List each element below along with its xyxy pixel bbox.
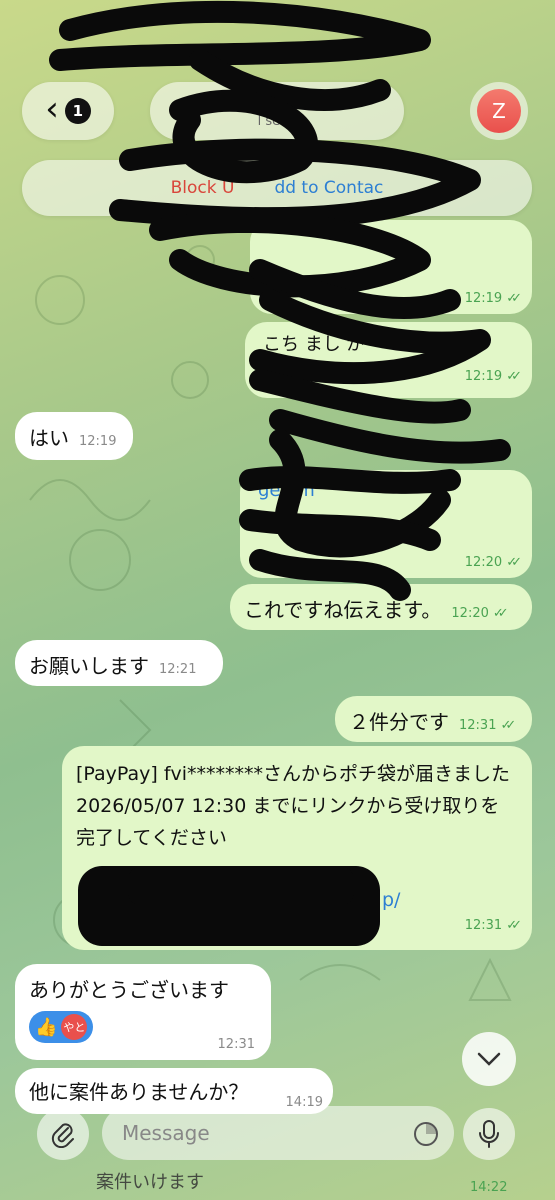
message-text: お願いします: [29, 654, 149, 678]
message-text: [PayPay] fvi********さんからポチ袋が届きました 2026/0…: [76, 763, 511, 849]
message-time: 12:20: [464, 555, 503, 570]
message-time: 12:19: [464, 369, 503, 384]
attach-icon: [51, 1123, 74, 1148]
message-out[interactable]: ２件分です 12:31 ✓✓: [335, 696, 532, 742]
contact-name: +8 47: [249, 93, 305, 114]
message-out[interactable]: ge om 12:20 ✓✓: [240, 470, 532, 578]
reactor-avatar: やと: [61, 1014, 88, 1040]
message-text: ありがとうございます: [29, 978, 229, 1002]
message-out[interactable]: 12:19 ✓✓: [250, 220, 532, 314]
message-time: 12:20: [451, 606, 489, 621]
double-check-icon: ✓✓: [506, 291, 522, 306]
message-text: これですね伝えます。: [244, 598, 442, 622]
block-user-button[interactable]: Block U: [171, 178, 235, 198]
message-time: 12:19: [464, 291, 503, 306]
message-in[interactable]: お願いします 12:21: [15, 640, 223, 686]
mic-icon: [479, 1120, 499, 1148]
message-input-container: [102, 1106, 454, 1160]
avatar[interactable]: Z: [470, 82, 528, 140]
message-text: はい: [29, 426, 69, 450]
message-time: 12:31: [464, 918, 503, 933]
add-to-contacts-button[interactable]: dd to Contac: [274, 178, 383, 198]
message-out[interactable]: これですね伝えます。 12:20 ✓✓: [230, 584, 532, 630]
scroll-down-button[interactable]: [462, 1032, 516, 1086]
message-text: ２件分です: [349, 710, 449, 734]
message-time: 12:31: [459, 718, 497, 733]
chevron-down-icon: [477, 1052, 501, 1066]
message-link[interactable]: p/: [382, 884, 400, 916]
double-check-icon: ✓✓: [506, 369, 522, 384]
draft-preview-text: 案件いけます: [96, 1172, 204, 1193]
message-text: 他に案件ありませんか？: [29, 1080, 249, 1104]
message-out[interactable]: [PayPay] fvi********さんからポチ袋が届きました 2026/0…: [62, 746, 532, 950]
unread-badge: 1: [64, 98, 91, 124]
reactions: 👍 やと: [29, 1011, 94, 1043]
message-in[interactable]: はい 12:19: [15, 412, 133, 460]
chevron-left-icon: ‹: [45, 89, 59, 129]
back-button[interactable]: ‹ 1: [22, 82, 114, 140]
double-check-icon: ✓✓: [506, 918, 522, 933]
message-out[interactable]: こち まし が l すか？ 12:19 ✓✓: [245, 322, 532, 398]
double-check-icon: ✓✓: [500, 718, 516, 733]
avatar-letter: Z: [477, 89, 521, 133]
message-time: 14:22: [470, 1180, 508, 1195]
message-time: 12:21: [159, 662, 197, 677]
attach-button[interactable]: [37, 1108, 89, 1160]
message-input[interactable]: [120, 1120, 394, 1146]
mic-button[interactable]: [463, 1108, 515, 1160]
double-check-icon: ✓✓: [492, 606, 509, 621]
message-time: 12:19: [79, 434, 117, 449]
message-link[interactable]: ge om: [258, 480, 514, 501]
message-text: こち まし が: [263, 334, 365, 355]
chat-title[interactable]: +8 47 l seen: [150, 82, 404, 140]
message-in[interactable]: ありがとうございます 👍 やと 12:31: [15, 964, 271, 1060]
message-time: 12:31: [217, 1037, 255, 1052]
double-check-icon: ✓✓: [506, 555, 522, 570]
action-bar: Block U dd to Contac: [22, 160, 532, 216]
thumbs-up-reaction[interactable]: 👍: [35, 1017, 57, 1038]
last-seen-status: l seen: [257, 114, 297, 129]
sticker-icon[interactable]: [412, 1120, 440, 1148]
